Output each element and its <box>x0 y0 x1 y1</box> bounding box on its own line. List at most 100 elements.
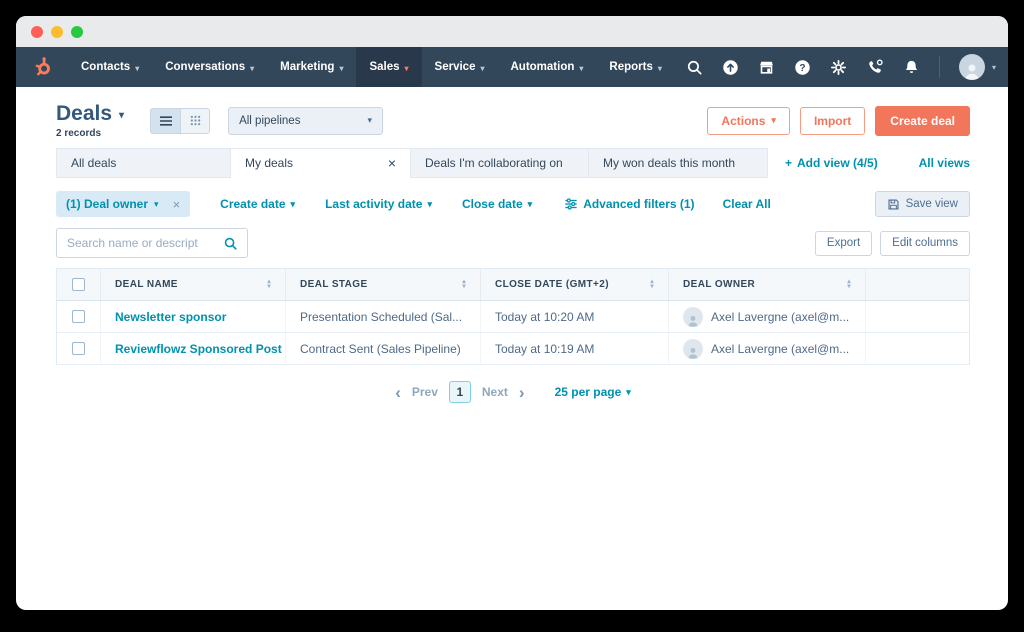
row-checkbox[interactable] <box>72 342 85 355</box>
tab-deals-collaborating[interactable]: Deals I'm collaborating on <box>411 148 589 178</box>
sort-icon[interactable]: ▴ ▾ <box>462 279 466 289</box>
export-label: Export <box>826 237 861 249</box>
close-icon[interactable]: × <box>388 155 396 171</box>
add-view-link[interactable]: + Add view (4/5) <box>785 156 878 170</box>
advanced-filters-link[interactable]: Advanced filters (1) <box>564 197 695 211</box>
filter-bar: (1) Deal owner ▾ × Create date ▾ Last act… <box>56 191 970 217</box>
nav-item-reports[interactable]: Reports ▾ <box>596 47 674 87</box>
filter-create-date[interactable]: Create date ▾ <box>220 197 295 211</box>
chevron-down-icon: ▾ <box>119 109 125 121</box>
column-header-deal-owner[interactable]: DEAL OWNER ▴ ▾ <box>669 269 866 300</box>
chevron-right-icon[interactable]: › <box>519 384 525 401</box>
list-view-button[interactable] <box>150 107 181 134</box>
view-toggle <box>150 107 211 134</box>
zoom-window-button[interactable] <box>71 25 83 38</box>
column-header-deal-name[interactable]: DEAL NAME ▴ ▾ <box>101 269 286 300</box>
notifications-icon[interactable] <box>903 59 920 76</box>
import-button[interactable]: Import <box>799 106 866 135</box>
create-deal-button[interactable]: Create deal <box>875 105 970 136</box>
edit-columns-button[interactable]: Edit columns <box>880 230 970 256</box>
save-icon <box>888 198 899 210</box>
browser-window: Contacts ▾ Conversations ▾ Marketing ▾ Sale… <box>16 16 1008 610</box>
export-button[interactable]: Export <box>814 230 873 256</box>
plus-icon: + <box>785 156 793 170</box>
calling-icon[interactable] <box>866 58 884 76</box>
tab-my-deals[interactable]: My deals × <box>231 148 411 178</box>
select-all-checkbox[interactable] <box>72 278 85 291</box>
table-buttons: Export Edit columns <box>814 230 970 256</box>
chevron-down-icon: ▾ <box>657 63 662 73</box>
pagination: ‹ Prev 1 Next › 25 per page ▾ <box>56 381 970 403</box>
close-date-text: Today at 10:20 AM <box>495 309 595 324</box>
row-spacer-cell <box>866 333 969 364</box>
column-header-deal-stage[interactable]: DEAL STAGE ▴ ▾ <box>286 269 481 300</box>
create-deal-label: Create deal <box>890 113 955 128</box>
nav-item-marketing[interactable]: Marketing ▾ <box>267 47 356 87</box>
save-view-button[interactable]: Save view <box>874 191 970 217</box>
chevron-down-icon: ▾ <box>527 198 533 209</box>
navbar-right: ? ▾ <box>686 47 996 87</box>
nav-item-conversations[interactable]: Conversations ▾ <box>152 47 267 87</box>
owner-avatar <box>683 306 703 327</box>
all-views-link[interactable]: All views <box>919 156 970 170</box>
chevron-down-icon: ▾ <box>991 62 996 72</box>
chevron-down-icon: ▾ <box>154 198 159 209</box>
person-icon <box>688 315 698 327</box>
marketplace-icon[interactable] <box>758 59 775 76</box>
column-header-close-date[interactable]: CLOSE DATE (GMT+2) ▴ ▾ <box>481 269 669 300</box>
chevron-down-icon: ▾ <box>771 115 776 125</box>
nav-item-contacts[interactable]: Contacts ▾ <box>68 47 152 87</box>
nav-label: Conversations <box>165 61 246 73</box>
help-icon[interactable]: ? <box>794 59 811 76</box>
page-title: Deals ▾ <box>56 102 124 126</box>
sort-icon[interactable]: ▴ ▾ <box>650 279 654 289</box>
add-view-label: Add view (4/5) <box>797 156 878 170</box>
filter-label: Close date <box>461 197 523 211</box>
sort-icon[interactable]: ▴ ▾ <box>847 279 851 289</box>
tab-all-deals[interactable]: All deals <box>56 148 231 178</box>
prev-button[interactable]: Prev <box>412 385 438 399</box>
filter-close-date[interactable]: Close date ▾ <box>462 197 532 211</box>
pipeline-select[interactable]: All pipelines ▾ <box>228 106 384 135</box>
search-icon[interactable] <box>686 59 703 76</box>
close-window-button[interactable] <box>31 25 43 38</box>
search-input[interactable] <box>67 236 223 250</box>
nav-item-sales[interactable]: Sales ▾ <box>356 47 422 87</box>
minimize-window-button[interactable] <box>51 25 63 38</box>
clear-all-link[interactable]: Clear All <box>723 197 771 211</box>
nav-label: Service <box>434 61 476 73</box>
hubspot-logo-icon[interactable] <box>24 47 68 87</box>
row-spacer-cell <box>866 301 969 332</box>
board-view-icon <box>190 115 200 126</box>
board-view-button[interactable] <box>180 107 211 134</box>
page-number[interactable]: 1 <box>448 381 471 403</box>
remove-filter-icon[interactable]: × <box>173 197 181 212</box>
nav-item-service[interactable]: Service ▾ <box>422 47 498 87</box>
deal-name-link[interactable]: Newsletter sponsor <box>115 310 226 324</box>
next-button[interactable]: Next <box>482 385 508 399</box>
filter-last-activity-date[interactable]: Last activity date ▾ <box>325 197 432 211</box>
search-box <box>56 228 248 258</box>
filter-chip-deal-owner[interactable]: (1) Deal owner ▾ × <box>56 191 191 217</box>
deal-stage-text: Presentation Scheduled (Sal... <box>300 309 463 324</box>
sort-icon[interactable]: ▴ ▾ <box>267 279 271 289</box>
deal-name-link[interactable]: Reviewflowz Sponsored Post <box>115 342 282 356</box>
user-avatar <box>958 54 985 80</box>
table-header-row: DEAL NAME ▴ ▾ DEAL STAGE ▴ ▾ CLOSE DATE (GMT… <box>57 269 969 301</box>
tab-my-won-deals[interactable]: My won deals this month <box>589 148 768 178</box>
column-header-spacer <box>866 269 969 300</box>
pipeline-select-value: All pipelines <box>239 114 301 127</box>
chevron-left-icon[interactable]: ‹ <box>395 384 401 401</box>
deal-stage-cell: Contract Sent (Sales Pipeline) <box>286 333 481 364</box>
person-icon <box>688 347 698 359</box>
table-toolbar: Export Edit columns <box>56 228 970 258</box>
row-checkbox[interactable] <box>72 310 85 323</box>
settings-icon[interactable] <box>830 59 847 76</box>
actions-button[interactable]: Actions ▾ <box>707 106 790 135</box>
upgrade-icon[interactable] <box>722 59 739 76</box>
close-date-text: Today at 10:19 AM <box>495 341 595 356</box>
nav-item-automation[interactable]: Automation ▾ <box>498 47 597 87</box>
page-title-dropdown[interactable]: Deals ▾ 2 records <box>56 102 124 139</box>
account-menu[interactable]: ▾ <box>958 54 996 80</box>
per-page-select[interactable]: 25 per page ▾ <box>555 385 631 399</box>
